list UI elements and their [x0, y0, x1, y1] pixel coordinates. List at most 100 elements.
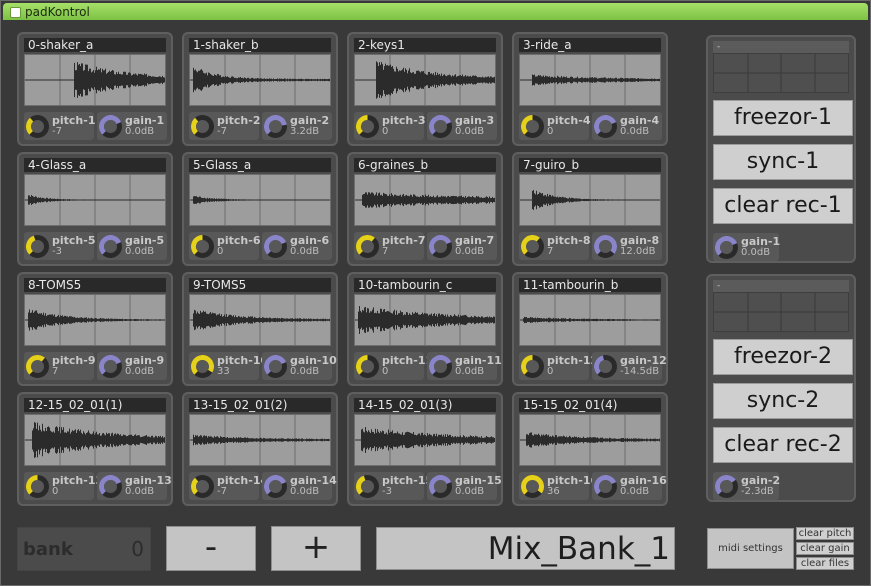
freezor-button[interactable]: freezor-2	[713, 339, 853, 375]
clear-pitch-button[interactable]: clear pitch	[796, 527, 854, 540]
pad-waveform[interactable]	[189, 414, 331, 466]
pad-waveform[interactable]	[354, 294, 496, 346]
pitch-knob[interactable]: pitch-1 -7	[24, 112, 95, 140]
gain-knob[interactable]: gain-8 12.0dB	[592, 232, 662, 260]
sample-pad-16[interactable]: 15-15_02_01(4) pitch-16 36 gain-16 0.0dB	[512, 392, 668, 506]
sample-pad-13[interactable]: 12-15_02_01(1) pitch-13 0 gain-13 0.0dB	[17, 392, 173, 506]
pitch-dial[interactable]	[191, 235, 214, 258]
pad-waveform[interactable]	[519, 54, 661, 106]
bank-name-field[interactable]: Mix_Bank_1	[376, 527, 675, 570]
freezor-waveform[interactable]	[713, 292, 849, 332]
sample-pad-9[interactable]: 8-TOMS5 pitch-9 7 gain-9 0.0dB	[17, 272, 173, 386]
pitch-dial[interactable]	[26, 355, 49, 378]
bank-plus-button[interactable]: +	[271, 526, 361, 571]
pad-waveform[interactable]	[24, 414, 166, 466]
pad-waveform[interactable]	[354, 174, 496, 226]
pitch-knob[interactable]: pitch-16 36	[519, 472, 598, 500]
pad-waveform[interactable]	[189, 174, 331, 226]
pad-waveform[interactable]	[24, 54, 166, 106]
gain-dial[interactable]	[264, 355, 287, 378]
pitch-dial[interactable]	[191, 355, 214, 378]
pitch-dial[interactable]	[356, 355, 379, 378]
pitch-knob[interactable]: pitch-15 -3	[354, 472, 433, 500]
pitch-knob[interactable]: pitch-13 0	[24, 472, 103, 500]
gain-dial[interactable]	[264, 115, 287, 138]
pitch-knob[interactable]: pitch-10 33	[189, 352, 268, 380]
pitch-knob[interactable]: pitch-4 0	[519, 112, 590, 140]
pad-waveform[interactable]	[24, 174, 166, 226]
pitch-dial[interactable]	[356, 475, 379, 498]
freezor-gain-dial[interactable]	[715, 236, 738, 259]
sample-pad-2[interactable]: 1-shaker_b pitch-2 -7 gain-2 3.2dB	[182, 32, 338, 146]
clear-gain-button[interactable]: clear gain	[796, 542, 854, 555]
gain-knob[interactable]: gain-6 0.0dB	[262, 232, 332, 260]
gain-knob[interactable]: gain-16 0.0dB	[592, 472, 667, 500]
clear-files-button[interactable]: clear files	[796, 557, 854, 570]
gain-dial[interactable]	[99, 355, 122, 378]
midi-settings-button[interactable]: midi settings	[707, 528, 794, 569]
pad-waveform[interactable]	[189, 54, 331, 106]
pitch-dial[interactable]	[521, 355, 544, 378]
gain-knob[interactable]: gain-7 0.0dB	[427, 232, 497, 260]
gain-dial[interactable]	[429, 355, 452, 378]
freezor-gain-dial[interactable]	[715, 475, 738, 498]
pitch-dial[interactable]	[191, 475, 214, 498]
gain-dial[interactable]	[594, 115, 617, 138]
pitch-dial[interactable]	[521, 115, 544, 138]
sample-pad-15[interactable]: 14-15_02_01(3) pitch-15 -3 gain-15 0.0dB	[347, 392, 503, 506]
pad-waveform[interactable]	[519, 294, 661, 346]
sample-pad-11[interactable]: 10-tambourin_c pitch-11 0 gain-11 0.0dB	[347, 272, 503, 386]
gain-dial[interactable]	[99, 235, 122, 258]
pitch-dial[interactable]	[521, 235, 544, 258]
gain-dial[interactable]	[264, 235, 287, 258]
pitch-dial[interactable]	[26, 115, 49, 138]
gain-knob[interactable]: gain-1 0.0dB	[97, 112, 167, 140]
gain-knob[interactable]: gain-5 0.0dB	[97, 232, 167, 260]
pad-waveform[interactable]	[24, 294, 166, 346]
clear-rec-button[interactable]: clear rec-2	[713, 427, 853, 463]
pitch-knob[interactable]: pitch-9 7	[24, 352, 95, 380]
gain-knob[interactable]: gain-9 0.0dB	[97, 352, 167, 380]
sample-pad-6[interactable]: 5-Glass_a pitch-6 0 gain-6 0.0dB	[182, 152, 338, 266]
pitch-knob[interactable]: pitch-2 -7	[189, 112, 260, 140]
gain-knob[interactable]: gain-14 0.0dB	[262, 472, 337, 500]
gain-dial[interactable]	[99, 475, 122, 498]
pad-waveform[interactable]	[354, 54, 496, 106]
pitch-knob[interactable]: pitch-7 7	[354, 232, 425, 260]
gain-knob[interactable]: gain-15 0.0dB	[427, 472, 502, 500]
gain-dial[interactable]	[264, 475, 287, 498]
freezor-button[interactable]: freezor-1	[713, 100, 853, 136]
gain-knob[interactable]: gain-11 0.0dB	[427, 352, 502, 380]
gain-dial[interactable]	[594, 475, 617, 498]
sample-pad-14[interactable]: 13-15_02_01(2) pitch-14 -7 gain-14 0.0dB	[182, 392, 338, 506]
pitch-dial[interactable]	[356, 115, 379, 138]
gain-dial[interactable]	[99, 115, 122, 138]
sample-pad-4[interactable]: 3-ride_a pitch-4 0 gain-4 0.0dB	[512, 32, 668, 146]
sync-button[interactable]: sync-2	[713, 383, 853, 419]
pad-waveform[interactable]	[519, 414, 661, 466]
pitch-dial[interactable]	[191, 115, 214, 138]
pitch-dial[interactable]	[521, 475, 544, 498]
gain-knob[interactable]: gain-12 -14.5dB	[592, 352, 667, 380]
gain-dial[interactable]	[429, 115, 452, 138]
pitch-knob[interactable]: pitch-6 0	[189, 232, 260, 260]
sample-pad-5[interactable]: 4-Glass_a pitch-5 -3 gain-5 0.0dB	[17, 152, 173, 266]
bank-minus-button[interactable]: -	[166, 526, 256, 571]
pitch-knob[interactable]: pitch-8 7	[519, 232, 590, 260]
freezor-gain-knob[interactable]: gain-2 -2.3dB	[713, 472, 780, 500]
freezor-gain-knob[interactable]: gain-1 0.0dB	[713, 233, 780, 261]
sample-pad-8[interactable]: 7-guiro_b pitch-8 7 gain-8 12.0dB	[512, 152, 668, 266]
pitch-dial[interactable]	[26, 475, 49, 498]
gain-dial[interactable]	[594, 235, 617, 258]
clear-rec-button[interactable]: clear rec-1	[713, 188, 853, 224]
gain-dial[interactable]	[429, 475, 452, 498]
gain-knob[interactable]: gain-3 0.0dB	[427, 112, 497, 140]
gain-dial[interactable]	[594, 355, 617, 378]
pitch-knob[interactable]: pitch-12 0	[519, 352, 598, 380]
pitch-knob[interactable]: pitch-5 -3	[24, 232, 95, 260]
pad-waveform[interactable]	[354, 414, 496, 466]
sync-button[interactable]: sync-1	[713, 144, 853, 180]
sample-pad-1[interactable]: 0-shaker_a pitch-1 -7 gain-1 0.0dB	[17, 32, 173, 146]
sample-pad-12[interactable]: 11-tambourin_b pitch-12 0 gain-12 -14.5dB	[512, 272, 668, 386]
sample-pad-3[interactable]: 2-keys1 pitch-3 0 gain-3 0.0dB	[347, 32, 503, 146]
